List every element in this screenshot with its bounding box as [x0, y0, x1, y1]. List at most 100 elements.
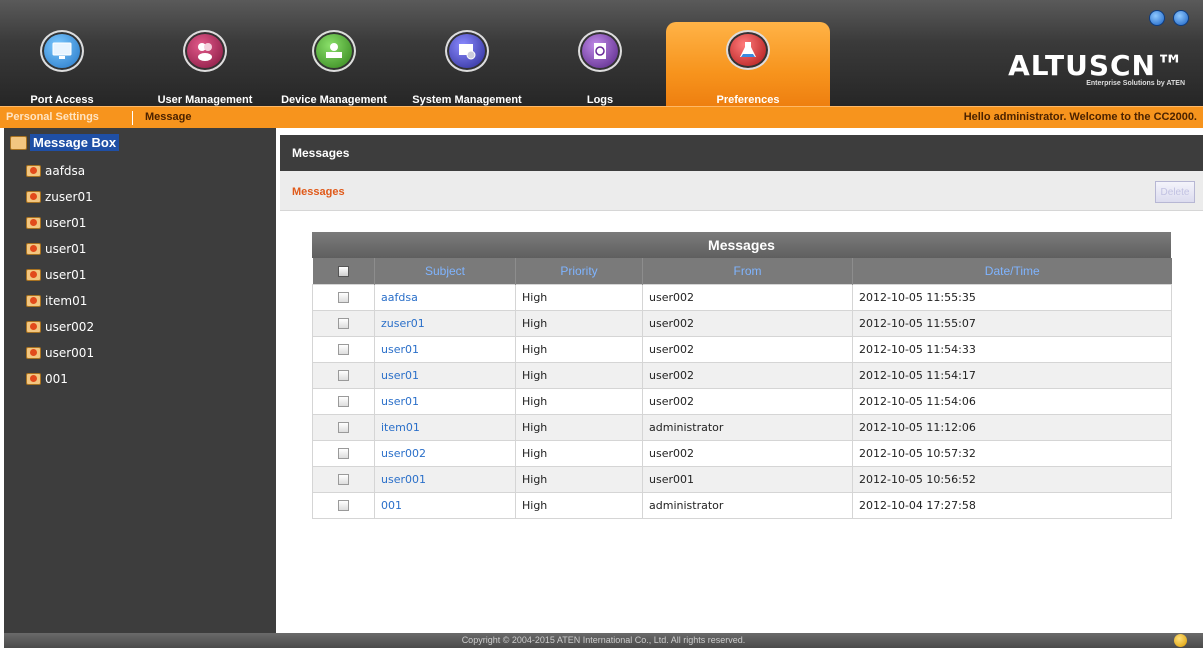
- message-icon: [26, 269, 41, 281]
- row-checkbox[interactable]: [338, 500, 349, 511]
- page-title-bar: Messages: [280, 135, 1203, 171]
- row-checkbox[interactable]: [338, 474, 349, 485]
- flask-icon: [726, 30, 770, 70]
- cell-subject[interactable]: 001: [374, 491, 516, 519]
- cell-subject[interactable]: zuser01: [374, 309, 516, 337]
- table-row: zuser01 High user002 2012-10-05 11:55:07: [312, 309, 1172, 337]
- help-icon[interactable]: [1149, 10, 1165, 26]
- tree-item[interactable]: 001: [26, 372, 68, 386]
- table-row: user001 High user001 2012-10-05 10:56:52: [312, 465, 1172, 493]
- cell-priority: High: [515, 491, 643, 519]
- cell-from: user002: [642, 309, 853, 337]
- table-row: user01 High user002 2012-10-05 11:54:06: [312, 387, 1172, 415]
- message-icon: [26, 217, 41, 229]
- row-checkbox[interactable]: [338, 422, 349, 433]
- cell-subject[interactable]: item01: [374, 413, 516, 441]
- row-select-cell: [312, 439, 375, 467]
- cell-subject[interactable]: user01: [374, 361, 516, 389]
- tab-system-management-label: System Management: [412, 94, 522, 106]
- cell-datetime: 2012-10-05 11:54:17: [852, 361, 1172, 389]
- cell-subject[interactable]: user002: [374, 439, 516, 467]
- section-title: Messages: [292, 186, 345, 198]
- tree-item[interactable]: item01: [26, 294, 87, 308]
- brand-name: ALTUSCN™: [1008, 49, 1185, 82]
- cell-subject[interactable]: user01: [374, 387, 516, 415]
- column-header-priority[interactable]: Priority: [515, 258, 643, 284]
- tab-port-access[interactable]: Port Access: [14, 22, 110, 106]
- tab-preferences[interactable]: Preferences: [666, 22, 830, 106]
- tab-logs[interactable]: Logs: [566, 22, 634, 106]
- cell-from: user002: [642, 387, 853, 415]
- cell-datetime: 2012-10-05 10:57:32: [852, 439, 1172, 467]
- table-row: user01 High user002 2012-10-05 11:54:17: [312, 361, 1172, 389]
- messages-table: Messages Subject Priority From Date/Time…: [312, 232, 1172, 519]
- row-select-cell: [312, 387, 375, 415]
- subnav-personal-settings[interactable]: Personal Settings: [6, 111, 99, 123]
- tree-item[interactable]: user01: [26, 268, 86, 282]
- cell-priority: High: [515, 387, 643, 415]
- cell-datetime: 2012-10-05 11:54:33: [852, 335, 1172, 363]
- row-select-cell: [312, 465, 375, 493]
- logs-icon: [578, 30, 622, 72]
- tree-item[interactable]: user01: [26, 216, 86, 230]
- table-row: user01 High user002 2012-10-05 11:54:33: [312, 335, 1172, 363]
- cell-datetime: 2012-10-05 11:12:06: [852, 413, 1172, 441]
- system-icon: [445, 30, 489, 72]
- message-icon: [26, 295, 41, 307]
- message-icon: [26, 347, 41, 359]
- tree-item[interactable]: zuser01: [26, 190, 93, 204]
- row-checkbox[interactable]: [338, 396, 349, 407]
- tree-item[interactable]: user001: [26, 346, 94, 360]
- message-icon: [26, 373, 41, 385]
- row-checkbox[interactable]: [338, 318, 349, 329]
- row-checkbox[interactable]: [338, 448, 349, 459]
- cell-datetime: 2012-10-05 10:56:52: [852, 465, 1172, 493]
- welcome-message: Hello administrator. Welcome to the CC20…: [963, 111, 1197, 123]
- brand-logo: ALTUSCN™ Enterprise Solutions by ATEN: [1008, 49, 1185, 88]
- cell-from: user001: [642, 465, 853, 493]
- cell-datetime: 2012-10-05 11:54:06: [852, 387, 1172, 415]
- cell-priority: High: [515, 439, 643, 467]
- row-checkbox[interactable]: [338, 370, 349, 381]
- sub-navigation-bar: Personal Settings Message Hello administ…: [0, 106, 1203, 128]
- cell-priority: High: [515, 361, 643, 389]
- subnav-message[interactable]: Message: [145, 111, 191, 123]
- cell-from: administrator: [642, 491, 853, 519]
- tab-user-management-label: User Management: [157, 94, 253, 106]
- column-header-datetime[interactable]: Date/Time: [852, 258, 1172, 284]
- tree-item-label: 001: [45, 372, 68, 386]
- column-header-subject[interactable]: Subject: [374, 258, 516, 284]
- tree-item-label: zuser01: [45, 190, 93, 204]
- tab-user-management[interactable]: User Management: [145, 22, 265, 106]
- cell-subject[interactable]: user01: [374, 335, 516, 363]
- tree-root-message-box[interactable]: Message Box: [10, 134, 120, 151]
- copyright-text: Copyright © 2004-2015 ATEN International…: [461, 635, 746, 645]
- cell-priority: High: [515, 309, 643, 337]
- tab-device-management[interactable]: Device Management: [270, 22, 398, 106]
- tree-root-label: Message Box: [30, 134, 120, 151]
- row-checkbox[interactable]: [338, 344, 349, 355]
- cell-subject[interactable]: user001: [374, 465, 516, 493]
- select-all-checkbox[interactable]: [337, 266, 349, 278]
- tree-item[interactable]: user01: [26, 242, 86, 256]
- tree-item[interactable]: user002: [26, 320, 94, 334]
- delete-button[interactable]: Delete: [1155, 181, 1195, 203]
- row-select-cell: [312, 309, 375, 337]
- table-row: item01 High administrator 2012-10-05 11:…: [312, 413, 1172, 441]
- section-header: Messages Delete: [280, 171, 1203, 211]
- cell-from: user002: [642, 335, 853, 363]
- cell-datetime: 2012-10-05 11:55:07: [852, 309, 1172, 337]
- column-header-from[interactable]: From: [642, 258, 853, 284]
- logout-icon[interactable]: [1173, 10, 1189, 26]
- tab-device-management-label: Device Management: [281, 94, 387, 106]
- row-checkbox[interactable]: [338, 292, 349, 303]
- tree-item[interactable]: aafdsa: [26, 164, 85, 178]
- cell-priority: High: [515, 413, 643, 441]
- cell-subject[interactable]: aafdsa: [374, 283, 516, 311]
- tab-system-management[interactable]: System Management: [402, 22, 532, 106]
- status-icon[interactable]: [1174, 634, 1187, 647]
- monitor-icon: [40, 30, 84, 72]
- page-title: Messages: [292, 146, 350, 160]
- tree-item-label: user001: [45, 346, 95, 360]
- cell-priority: High: [515, 283, 643, 311]
